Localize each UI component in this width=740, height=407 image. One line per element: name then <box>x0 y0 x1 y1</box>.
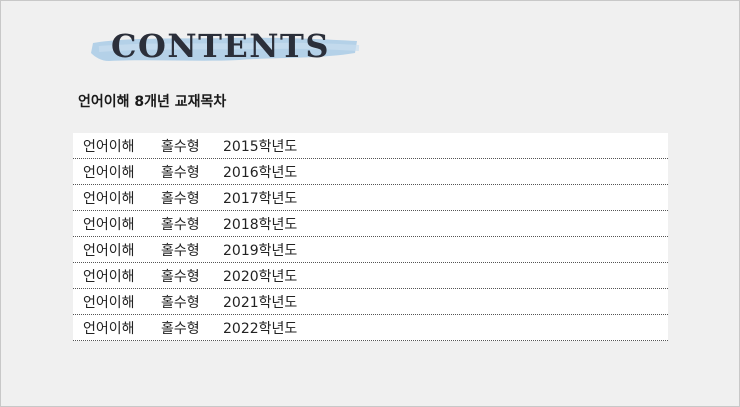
toc-subject: 언어이해 <box>83 294 135 311</box>
toc-type: 홀수형 <box>161 294 200 311</box>
page-subtitle: 언어이해 8개년 교재목차 <box>78 94 227 110</box>
toc-year: 2016학년도 <box>223 164 298 181</box>
toc-year: 2019학년도 <box>223 242 298 259</box>
toc-list: 언어이해 홀수형 2015학년도 언어이해 홀수형 2016학년도 언어이해 홀… <box>73 133 668 341</box>
toc-subject: 언어이해 <box>83 216 135 233</box>
toc-type: 홀수형 <box>161 320 200 337</box>
toc-year: 2015학년도 <box>223 138 298 155</box>
toc-type: 홀수형 <box>161 190 200 207</box>
contents-title: CONTENTS <box>111 27 330 65</box>
toc-type: 홀수형 <box>161 242 200 259</box>
toc-subject: 언어이해 <box>83 320 135 337</box>
toc-type: 홀수형 <box>161 216 200 233</box>
toc-year: 2022학년도 <box>223 320 298 337</box>
contents-banner: CONTENTS <box>89 29 361 69</box>
toc-type: 홀수형 <box>161 138 200 155</box>
toc-year: 2018학년도 <box>223 216 298 233</box>
toc-row[interactable]: 언어이해 홀수형 2017학년도 <box>73 185 668 211</box>
toc-type: 홀수형 <box>161 268 200 285</box>
toc-year: 2020학년도 <box>223 268 298 285</box>
toc-year: 2017학년도 <box>223 190 298 207</box>
toc-row[interactable]: 언어이해 홀수형 2020학년도 <box>73 263 668 289</box>
toc-row[interactable]: 언어이해 홀수형 2016학년도 <box>73 159 668 185</box>
toc-subject: 언어이해 <box>83 242 135 259</box>
toc-subject: 언어이해 <box>83 190 135 207</box>
toc-subject: 언어이해 <box>83 164 135 181</box>
toc-subject: 언어이해 <box>83 138 135 155</box>
toc-type: 홀수형 <box>161 164 200 181</box>
toc-row[interactable]: 언어이해 홀수형 2022학년도 <box>73 315 668 341</box>
toc-row[interactable]: 언어이해 홀수형 2018학년도 <box>73 211 668 237</box>
toc-year: 2021학년도 <box>223 294 298 311</box>
toc-subject: 언어이해 <box>83 268 135 285</box>
toc-row[interactable]: 언어이해 홀수형 2015학년도 <box>73 133 668 159</box>
toc-row[interactable]: 언어이해 홀수형 2019학년도 <box>73 237 668 263</box>
toc-row[interactable]: 언어이해 홀수형 2021학년도 <box>73 289 668 315</box>
